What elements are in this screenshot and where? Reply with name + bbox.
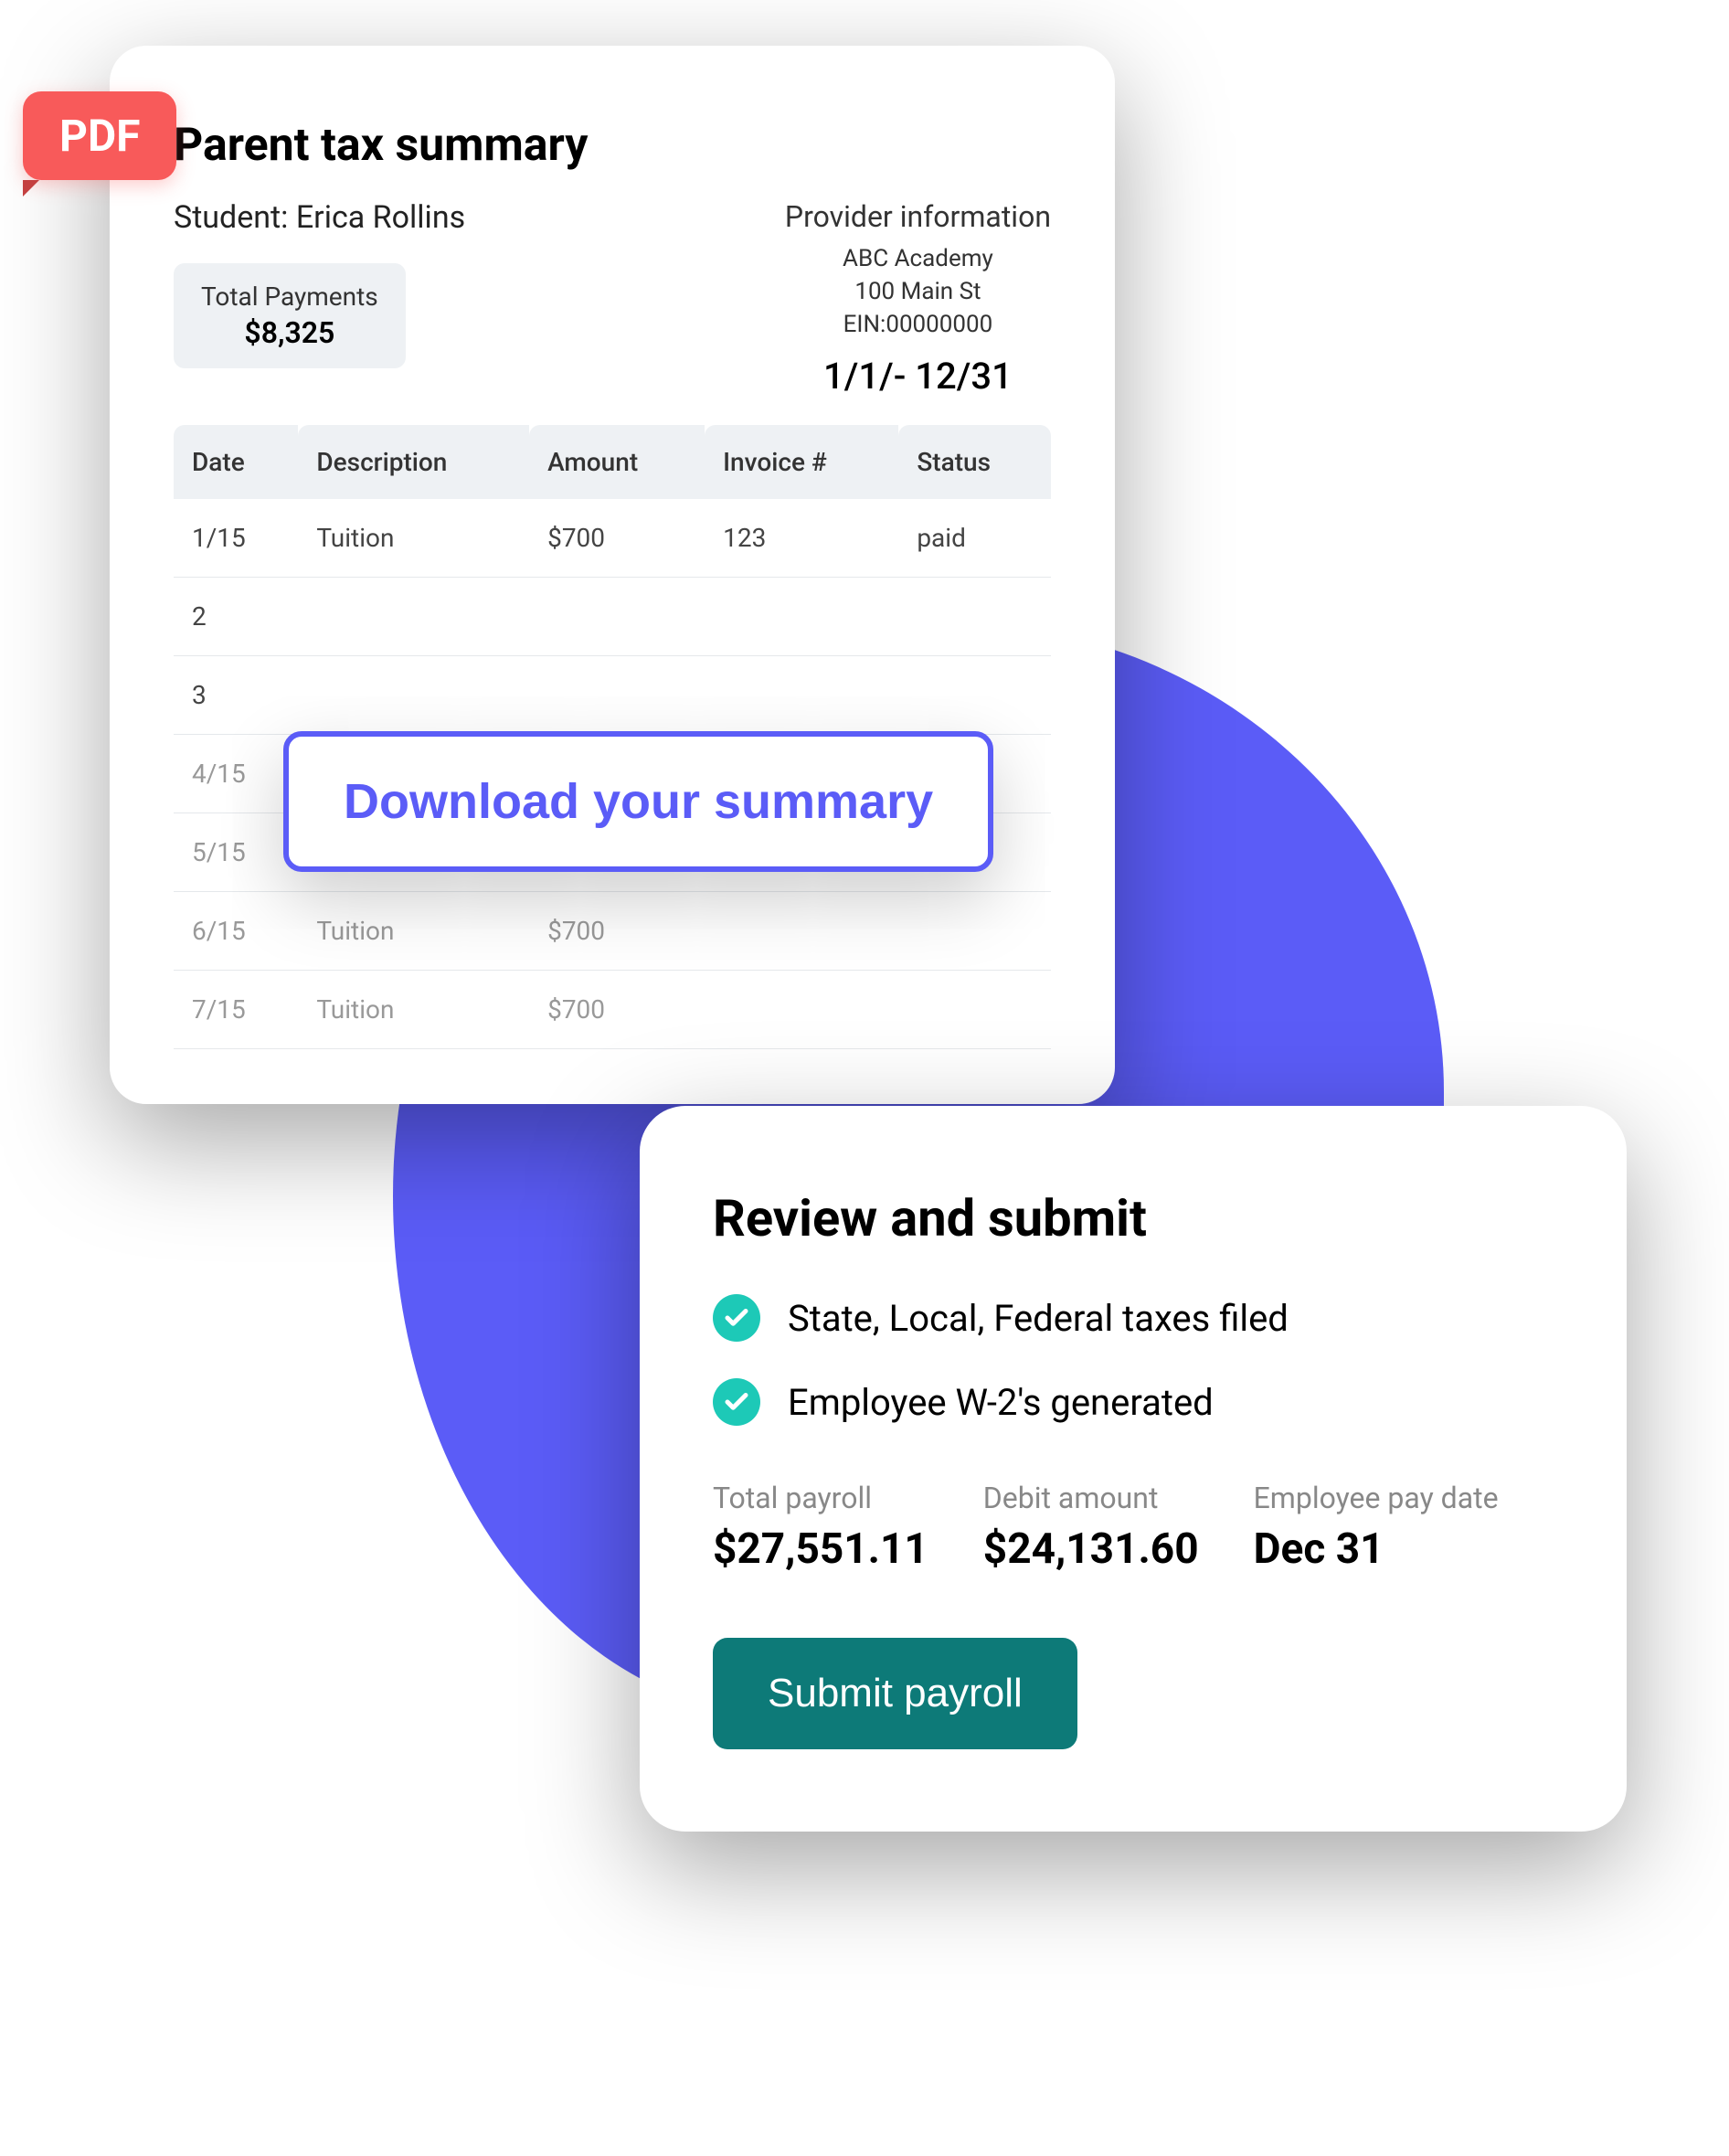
cell-amount: $700 [529,971,705,1049]
stat-value: $27,551.11 [713,1524,928,1574]
cell-description: Tuition [298,892,529,971]
cell-date: 1/15 [174,499,298,578]
download-summary-button[interactable]: Download your summary [283,731,993,872]
student-label: Student: [174,199,288,236]
col-status: Status [898,425,1051,499]
cell-date: 5/15 [174,813,298,892]
total-payments-label: Total Payments [201,281,378,312]
cell-invoice [705,971,898,1049]
total-payments-value: $8,325 [201,315,378,350]
checkmark-icon [713,1378,760,1426]
cell-description: Tuition [298,971,529,1049]
student-name: Erica Rollins [296,199,465,236]
cell-date: 3 [174,656,298,735]
stat-pay-date: Employee pay date Dec 31 [1254,1481,1499,1574]
cell-amount: $700 [529,892,705,971]
cell-invoice [705,578,898,656]
pdf-badge: PDF [23,91,176,180]
cell-description: Tuition [298,499,529,578]
payroll-stats: Total payroll $27,551.11 Debit amount $2… [713,1481,1554,1574]
check-item-taxes: State, Local, Federal taxes filed [713,1294,1554,1342]
cell-amount [529,578,705,656]
table-header-row: Date Description Amount Invoice # Status [174,425,1051,499]
table-row: 7/15 Tuition $700 [174,971,1051,1049]
cell-status [898,892,1051,971]
stat-debit-amount: Debit amount $24,131.60 [983,1481,1199,1574]
stat-total-payroll: Total payroll $27,551.11 [713,1481,928,1574]
table-row: 2 [174,578,1051,656]
review-title: Review and submit [713,1188,1554,1248]
check-text-w2: Employee W-2's generated [788,1381,1214,1424]
stat-label: Debit amount [983,1481,1199,1515]
total-payments-box: Total Payments $8,325 [174,263,406,368]
table-row: 6/15 Tuition $700 [174,892,1051,971]
stat-label: Total payroll [713,1481,928,1515]
cell-invoice: 123 [705,499,898,578]
provider-ein: EIN:00000000 [785,311,1051,338]
tax-summary-card: Parent tax summary Student: Erica Rollin… [110,46,1115,1104]
check-item-w2: Employee W-2's generated [713,1378,1554,1426]
cell-date: 7/15 [174,971,298,1049]
cell-description [298,656,529,735]
student-line: Student: Erica Rollins [174,199,785,236]
table-row: 3 [174,656,1051,735]
provider-address: 100 Main St [785,278,1051,305]
col-invoice: Invoice # [705,425,898,499]
cell-invoice [705,656,898,735]
provider-info-title: Provider information [785,199,1051,234]
cell-status: paid [898,499,1051,578]
cell-status [898,578,1051,656]
provider-name: ABC Academy [785,245,1051,272]
col-amount: Amount [529,425,705,499]
date-range: 1/1/- 12/31 [785,355,1051,398]
cell-date: 2 [174,578,298,656]
cell-amount: $700 [529,499,705,578]
submit-payroll-button[interactable]: Submit payroll [713,1638,1077,1749]
check-text-taxes: State, Local, Federal taxes filed [788,1297,1289,1340]
tax-summary-title: Parent tax summary [174,119,1051,172]
checkmark-icon [713,1294,760,1342]
cell-date: 6/15 [174,892,298,971]
review-submit-card: Review and submit State, Local, Federal … [640,1106,1627,1832]
cell-amount [529,656,705,735]
cell-description [298,578,529,656]
cell-status [898,971,1051,1049]
table-row: 1/15 Tuition $700 123 paid [174,499,1051,578]
cell-date: 4/15 [174,735,298,813]
col-description: Description [298,425,529,499]
stat-value: Dec 31 [1254,1524,1499,1574]
stat-value: $24,131.60 [983,1524,1199,1574]
cell-invoice [705,892,898,971]
stat-label: Employee pay date [1254,1481,1499,1515]
cell-status [898,656,1051,735]
col-date: Date [174,425,298,499]
